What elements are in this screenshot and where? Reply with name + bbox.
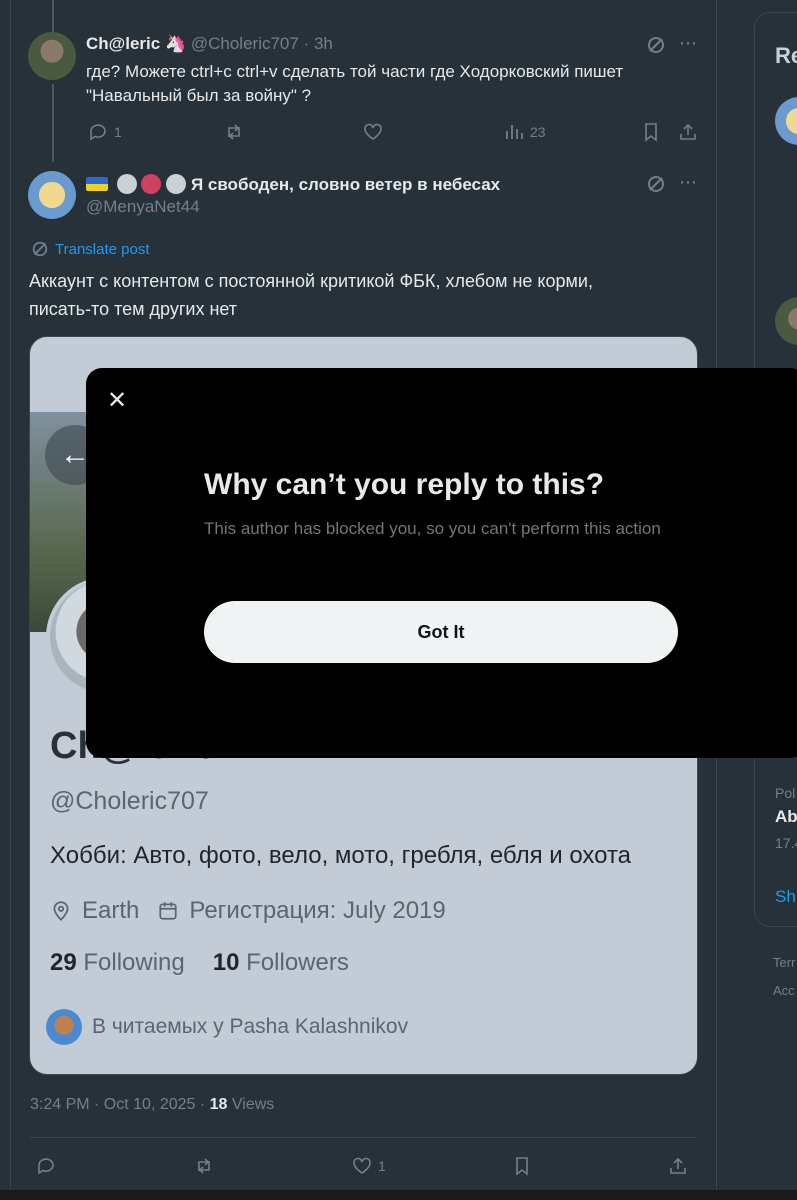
trend-category: Pol: [775, 785, 796, 801]
views-button[interactable]: 23: [504, 122, 546, 142]
profile-counts: 29 Following 10 Followers: [50, 949, 349, 977]
like-count: 1: [378, 1158, 386, 1174]
tweet-text-line: писать-то тем других нет: [29, 299, 238, 319]
show-more-link[interactable]: Sh: [775, 887, 796, 907]
avatar[interactable]: [775, 97, 797, 145]
following-number: 29: [50, 949, 77, 976]
grey-circle-icon: [166, 174, 187, 194]
like-button[interactable]: 1: [352, 1156, 386, 1176]
profile-joined: Регистрация: July 2019: [189, 897, 446, 924]
reply-text-line: где? Можете ctrl+c ctrl+v сделать той ча…: [86, 62, 624, 81]
repost-icon: [198, 1158, 210, 1174]
views-count: 23: [530, 124, 546, 140]
more-icon[interactable]: ⋯: [679, 172, 697, 193]
bookmark-icon: [516, 1157, 528, 1176]
location-icon: [53, 901, 69, 922]
grok-icon[interactable]: [646, 174, 666, 194]
divider: [30, 1137, 697, 1138]
author-handle[interactable]: @MenyaNet44: [86, 197, 200, 217]
share-icon: [670, 1157, 686, 1174]
followed-by-text: В читаемых у Pasha Kalashnikov: [92, 1015, 409, 1038]
views-icon: [506, 125, 523, 139]
profile-bio: Хобби: Авто, фото, вело, мото, гребля, е…: [50, 842, 632, 869]
author-handle[interactable]: @Choleric707 · 3h: [191, 34, 333, 53]
got-it-button[interactable]: Got It: [204, 601, 678, 663]
reply-header: Ch@leric 🦄 @Choleric707 · 3h: [86, 34, 333, 54]
followers-count: 10 Followers: [213, 949, 349, 977]
translate-icon: [32, 241, 48, 257]
translate-link[interactable]: Translate post: [31, 240, 150, 258]
views-number: 18: [209, 1096, 228, 1113]
bookmark-button[interactable]: [512, 1156, 532, 1176]
red-circle-icon: [141, 174, 162, 194]
followers-label: Followers: [246, 949, 349, 976]
repost-icon: [228, 124, 240, 140]
trend-title[interactable]: Ab: [775, 807, 797, 827]
tweet-text-line: Аккаунт с контентом с постоянной критико…: [29, 271, 593, 291]
reply-text: где? Можете ctrl+c ctrl+v сделать той ча…: [86, 60, 623, 108]
following-label: Following: [83, 949, 185, 976]
reply-button[interactable]: [36, 1156, 56, 1176]
bottom-strip: [0, 1190, 797, 1200]
tweet-header: Я свободен, словно ветер в небесах: [86, 174, 500, 195]
repost-button[interactable]: [224, 122, 244, 142]
reply-icon: [38, 1158, 54, 1175]
heart-icon: [364, 123, 382, 140]
avatar: [46, 1009, 82, 1045]
ukraine-flag-icon: [86, 177, 108, 191]
more-icon[interactable]: ⋯: [679, 33, 697, 54]
followers-number: 10: [212, 949, 240, 976]
timestamp-text[interactable]: 3:24 PM · Oct 10, 2025 ·: [30, 1096, 210, 1113]
footer-link[interactable]: Terr: [773, 955, 795, 970]
avatar[interactable]: [28, 171, 76, 219]
reply-count: 1: [114, 124, 122, 140]
unicorn-icon: 🦄: [164, 34, 187, 53]
calendar-icon: [159, 902, 177, 920]
tweet-timestamp: 3:24 PM · Oct 10, 2025 · 18 Views: [30, 1096, 274, 1114]
thread-line: [52, 0, 54, 32]
share-button[interactable]: [668, 1156, 688, 1176]
thread-line: [52, 84, 54, 162]
translate-label: Translate post: [55, 240, 150, 258]
author-name[interactable]: Я свободен, словно ветер в небесах: [191, 175, 500, 194]
reply-blocked-dialog: ✕ Why can’t you reply to this? This auth…: [86, 368, 797, 758]
share-button[interactable]: [678, 122, 698, 142]
avatar[interactable]: [775, 297, 797, 345]
trend-count: 17.4: [775, 835, 797, 851]
repost-button[interactable]: [194, 1156, 214, 1176]
app: Ch@leric 🦄 @Choleric707 · 3h ⋯ где? Може…: [0, 0, 797, 1200]
profile-location: Earth: [82, 897, 140, 924]
avatar[interactable]: [28, 32, 76, 80]
profile-meta: Earth Регистрация: July 2019: [50, 897, 446, 925]
like-button[interactable]: [363, 122, 383, 142]
share-icon: [680, 123, 696, 140]
reply-text-line: "Навальный был за войну" ?: [86, 86, 312, 105]
dialog-message: This author has blocked you, so you can'…: [204, 519, 661, 538]
bookmark-button[interactable]: [641, 122, 661, 142]
dialog-title: Why can’t you reply to this?: [204, 468, 605, 501]
close-icon[interactable]: ✕: [104, 388, 130, 414]
author-name[interactable]: Ch@leric: [86, 34, 160, 53]
views-label: Views: [227, 1096, 275, 1113]
reply-icon: [90, 124, 106, 141]
followed-by: В читаемых у Pasha Kalashnikov: [46, 1009, 408, 1045]
panel-title: Re: [775, 43, 797, 68]
tweet-text: Аккаунт с контентом с постоянной критико…: [29, 267, 593, 323]
bookmark-icon: [645, 123, 657, 142]
grok-icon[interactable]: [646, 35, 666, 55]
grey-circle-icon: [116, 174, 137, 194]
footer-link[interactable]: Acc: [773, 983, 795, 998]
reply-button[interactable]: 1: [88, 122, 122, 142]
heart-icon: [353, 1157, 371, 1174]
profile-handle: @Choleric707: [50, 787, 209, 815]
following-count: 29 Following: [50, 949, 185, 977]
